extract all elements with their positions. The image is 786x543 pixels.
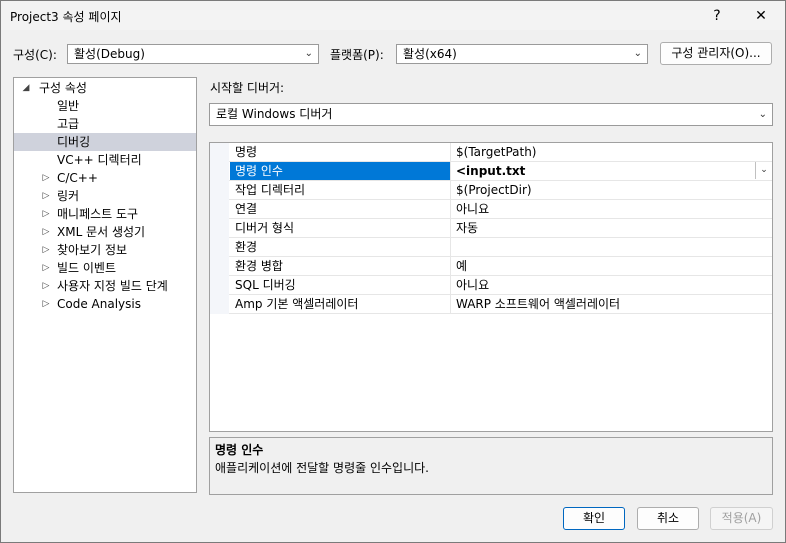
apply-button[interactable]: 적용(A): [710, 507, 773, 530]
property-value[interactable]: 아니요: [452, 200, 772, 218]
gutter: [210, 276, 229, 295]
tree-item-label: 일반: [57, 99, 80, 113]
close-button[interactable]: ✕: [739, 2, 783, 30]
title-bar: Project3 속성 페이지 ? ✕: [1, 1, 785, 30]
property-value[interactable]: 아니요: [452, 276, 772, 294]
gutter: [210, 143, 229, 162]
tree-item-code-analysis[interactable]: ▷ Code Analysis: [14, 295, 196, 313]
tree-item-label: XML 문서 생성기: [57, 225, 146, 239]
chevron-down-icon: ⌄: [633, 48, 642, 59]
help-button[interactable]: ?: [695, 2, 739, 30]
tree-item-label: 찾아보기 정보: [57, 243, 128, 257]
chevron-down-icon: ⌄: [758, 109, 767, 120]
property-name: SQL 디버깅: [230, 276, 451, 294]
debugger-value: 로컬 Windows 디버거: [216, 107, 333, 121]
debugger-label: 시작할 디버거:: [210, 81, 285, 95]
tree-item-general[interactable]: 일반: [14, 97, 196, 115]
close-icon: ✕: [755, 8, 767, 24]
config-manager-button[interactable]: 구성 관리자(O)...: [660, 42, 772, 65]
property-value[interactable]: $(TargetPath): [452, 143, 772, 161]
description-title: 명령 인수: [215, 443, 264, 457]
property-row[interactable]: 명령 $(TargetPath): [210, 143, 772, 162]
property-row[interactable]: 명령 인수 <input.txt ⌄: [210, 162, 772, 181]
tree-item-label: 구성 속성: [39, 81, 87, 95]
expand-icon[interactable]: ▷: [41, 241, 51, 259]
chevron-down-icon: ⌄: [304, 48, 313, 59]
help-icon: ?: [713, 8, 721, 24]
expand-icon[interactable]: ▷: [41, 187, 51, 205]
description-text: 애플리케이션에 전달할 명령줄 인수입니다.: [215, 461, 429, 475]
tree-item-manifest-tool[interactable]: ▷ 매니페스트 도구: [14, 205, 196, 223]
window-title: Project3 속성 페이지: [10, 10, 122, 24]
tree-item-label: 빌드 이벤트: [57, 261, 117, 275]
tree-item-browse-info[interactable]: ▷ 찾아보기 정보: [14, 241, 196, 259]
property-name: 연결: [230, 200, 451, 218]
tree-item-custom-build[interactable]: ▷ 사용자 지정 빌드 단계: [14, 277, 196, 295]
property-name: 환경: [230, 238, 451, 256]
debugger-select[interactable]: 로컬 Windows 디버거 ⌄: [209, 103, 773, 126]
property-value[interactable]: 예: [452, 257, 772, 275]
property-row[interactable]: Amp 기본 액셀러레이터 WARP 소프트웨어 액셀러레이터: [210, 295, 772, 314]
expand-icon[interactable]: ▷: [41, 205, 51, 223]
tree-item-root[interactable]: ◢ 구성 속성: [14, 79, 196, 97]
property-name: 디버거 형식: [230, 219, 451, 237]
description-panel: 명령 인수 애플리케이션에 전달할 명령줄 인수입니다.: [209, 437, 773, 495]
expand-icon[interactable]: ▷: [41, 259, 51, 277]
property-name: Amp 기본 액셀러레이터: [230, 295, 451, 313]
tree-item-label: 디버깅: [57, 135, 91, 149]
property-name: 명령: [230, 143, 451, 161]
tree-item-xml-doc[interactable]: ▷ XML 문서 생성기: [14, 223, 196, 241]
property-row[interactable]: 작업 디렉터리 $(ProjectDir): [210, 181, 772, 200]
config-select[interactable]: 활성(Debug) ⌄: [67, 44, 319, 64]
tree-item-advanced[interactable]: 고급: [14, 115, 196, 133]
property-row[interactable]: 연결 아니요: [210, 200, 772, 219]
cancel-button[interactable]: 취소: [637, 507, 699, 530]
tree-item-debugging[interactable]: 디버깅: [14, 133, 196, 151]
property-row[interactable]: 디버거 형식 자동: [210, 219, 772, 238]
tree-item-linker[interactable]: ▷ 링커: [14, 187, 196, 205]
tree-item-label: 매니페스트 도구: [57, 207, 139, 221]
collapse-icon[interactable]: ◢: [21, 79, 31, 97]
tree-item-label: C/C++: [57, 171, 98, 185]
property-grid: 명령 $(TargetPath) 명령 인수 <input.txt ⌄ 작업 디…: [209, 142, 773, 432]
tree-item-cpp[interactable]: ▷ C/C++: [14, 169, 196, 187]
property-name: 작업 디렉터리: [230, 181, 451, 199]
property-value-input[interactable]: <input.txt: [452, 162, 772, 180]
property-row[interactable]: 환경 병합 예: [210, 257, 772, 276]
expand-icon[interactable]: ▷: [41, 277, 51, 295]
tree-item-label: Code Analysis: [57, 297, 141, 311]
gutter: [210, 219, 229, 238]
property-tree: ◢ 구성 속성 일반 고급 디버깅 VC++ 디렉터리 ▷ C/C++ ▷ 링커…: [13, 77, 197, 493]
property-value[interactable]: WARP 소프트웨어 액셀러레이터: [452, 295, 772, 313]
gutter: [210, 162, 229, 181]
platform-label: 플랫폼(P):: [330, 48, 384, 62]
property-row[interactable]: 환경: [210, 238, 772, 257]
tree-item-label: VC++ 디렉터리: [57, 153, 142, 167]
chevron-down-icon[interactable]: ⌄: [755, 162, 772, 179]
gutter: [210, 295, 229, 314]
platform-select[interactable]: 활성(x64) ⌄: [396, 44, 648, 64]
property-row[interactable]: SQL 디버깅 아니요: [210, 276, 772, 295]
property-name: 환경 병합: [230, 257, 451, 275]
tree-item-label: 고급: [57, 117, 80, 131]
gutter: [210, 257, 229, 276]
property-name: 명령 인수: [230, 162, 451, 180]
ok-button[interactable]: 확인: [563, 507, 625, 530]
tree-item-build-events[interactable]: ▷ 빌드 이벤트: [14, 259, 196, 277]
tree-item-label: 사용자 지정 빌드 단계: [57, 279, 168, 293]
config-value: 활성(Debug): [74, 47, 145, 61]
tree-item-label: 링커: [57, 189, 80, 203]
property-value[interactable]: [452, 238, 772, 256]
property-value[interactable]: 자동: [452, 219, 772, 237]
platform-value: 활성(x64): [403, 47, 457, 61]
gutter: [210, 238, 229, 257]
property-value[interactable]: $(ProjectDir): [452, 181, 772, 199]
config-label: 구성(C):: [13, 48, 57, 62]
tree-item-vc-directories[interactable]: VC++ 디렉터리: [14, 151, 196, 169]
gutter: [210, 181, 229, 200]
gutter: [210, 200, 229, 219]
expand-icon[interactable]: ▷: [41, 169, 51, 187]
expand-icon[interactable]: ▷: [41, 223, 51, 241]
expand-icon[interactable]: ▷: [41, 295, 51, 313]
